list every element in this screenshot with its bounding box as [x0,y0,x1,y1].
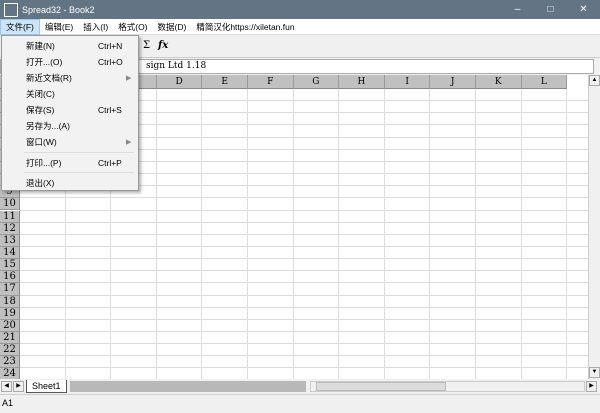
file-menu-item[interactable]: 新近文档(R) ▶ [2,71,138,86]
grid-line [20,233,588,235]
scroll-thumb[interactable] [316,382,446,391]
menu-item-label: 新建(N) [26,41,55,51]
menu-data[interactable]: 数据(D) [153,20,192,34]
minimize-button[interactable]: – [501,0,534,19]
row-header[interactable]: 23 [0,356,20,369]
submenu-arrow-icon: ▶ [126,75,132,82]
menu-insert[interactable]: 插入(I) [78,20,113,34]
grid-line [20,245,588,247]
file-menu-item[interactable]: 退出(X) [2,176,138,191]
close-button[interactable]: ✕ [567,0,600,19]
row-header[interactable]: 14 [0,246,20,260]
status-bar: A1 [0,394,600,413]
menu-item-label: 打印...(P) [26,158,62,168]
menu-about-link[interactable]: 精简汉化https://xiletan.fun [191,20,299,34]
window-title: Spread32 - Book2 [22,4,95,15]
tab-prev-button[interactable]: ◀ [1,381,12,392]
column-header[interactable]: G [293,75,340,89]
function-button[interactable]: fx [158,40,168,51]
row-header[interactable]: 13 [0,234,20,247]
menu-item-label: 新近文档(R) [26,73,72,83]
scroll-right-button[interactable]: ▶ [586,381,597,392]
menu-edit[interactable]: 编辑(E) [40,20,78,34]
column-header[interactable]: D [156,75,203,89]
grid-line [20,331,588,332]
grid-line [20,294,588,296]
menu-item-label: 打开...(O) [26,57,63,67]
tab-area [70,381,306,392]
column-header[interactable]: I [384,75,431,89]
menu-format[interactable]: 格式(O) [113,20,152,34]
file-menu-item[interactable]: 保存(S) Ctrl+S [2,103,138,118]
row-header[interactable]: 15 [0,259,20,272]
sheet-tabs-bar: ◀ ▶ Sheet1 ▶ [0,380,600,393]
grid-line [20,197,588,199]
row-header[interactable]: 22 [0,344,20,357]
menu-item-shortcut: Ctrl+P [98,158,122,168]
menu-item-shortcut: Ctrl+O [98,57,123,67]
row-header[interactable]: 20 [0,319,20,332]
menu-item-shortcut: Ctrl+S [98,105,122,115]
file-menu-item[interactable]: 另存为...(A) [2,119,138,134]
menu-item-label: 关闭(C) [26,89,55,99]
row-header[interactable]: 12 [0,222,20,235]
file-menu-item[interactable]: 新建(N) Ctrl+N [2,39,138,54]
row-header[interactable]: 24 [0,368,20,379]
grid-line [20,367,588,369]
file-menu-item[interactable]: 窗口(W) ▶ [2,135,138,150]
menu-item-label: 窗口(W) [26,137,57,147]
row-header[interactable]: 17 [0,283,20,296]
menu-separator [24,152,134,153]
menu-item-label: 另存为...(A) [26,121,70,131]
row-header[interactable]: 10 [0,198,20,211]
file-menu-item[interactable]: 打印...(P) Ctrl+P [2,156,138,171]
horizontal-scrollbar[interactable] [310,381,585,392]
grid-line [20,221,588,223]
column-header[interactable]: H [339,75,385,89]
submenu-arrow-icon: ▶ [126,139,132,146]
grid-line [20,343,588,345]
menu-separator [24,172,134,173]
menu-item-shortcut: Ctrl+N [98,41,123,51]
row-header[interactable]: 21 [0,332,20,345]
autosum-button[interactable]: Σ [143,40,150,51]
row-header[interactable]: 16 [0,271,20,284]
grid-line [20,209,588,211]
title-bar: Spread32 - Book2 – □ ✕ [0,0,600,19]
row-header[interactable]: 18 [0,295,20,308]
scroll-down-button[interactable]: ▼ [589,367,600,378]
menu-file[interactable]: 文件(F) [0,18,40,35]
grid-line [20,282,588,284]
sheet-tab-sheet1[interactable]: Sheet1 [26,380,67,393]
column-header[interactable]: E [202,75,248,89]
file-menu-item[interactable]: 关闭(C) [2,87,138,102]
file-menu-item[interactable]: 打开...(O) Ctrl+O [2,55,138,70]
column-header[interactable]: J [430,75,476,89]
menu-bar: 文件(F) 编辑(E) 插入(I) 格式(O) 数据(D) 精简汉化https:… [0,18,600,35]
cell-reference: A1 [2,398,14,408]
tab-next-button[interactable]: ▶ [13,381,24,392]
vertical-scrollbar[interactable]: ▲ ▼ [588,75,600,379]
scroll-up-button[interactable]: ▲ [589,75,600,86]
grid-line [20,318,588,320]
grid-line [20,258,588,260]
column-header[interactable]: K [476,75,522,89]
file-menu: 新建(N) Ctrl+N 打开...(O) Ctrl+O 新近文档(R) ▶ 关闭(C) 保存… [1,35,139,191]
grid-line [20,355,588,357]
menu-item-label: 保存(S) [26,105,55,115]
row-header[interactable]: 19 [0,307,20,320]
menu-item-label: 退出(X) [26,178,55,188]
grid-line [20,270,588,272]
app-logo-icon [4,2,18,17]
grid-line [20,306,588,308]
column-header[interactable]: F [248,75,294,89]
maximize-button[interactable]: □ [534,0,567,19]
column-header[interactable]: L [521,75,568,89]
row-header[interactable]: 11 [0,210,20,223]
